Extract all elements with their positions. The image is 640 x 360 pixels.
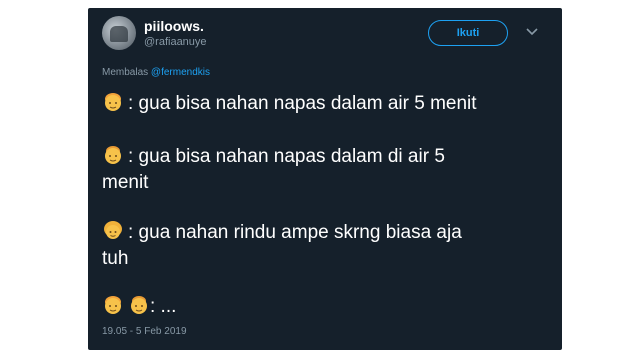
reply-prefix: Membalas bbox=[102, 67, 149, 78]
face-emoji-icon bbox=[105, 296, 121, 314]
tweet-text: : ... bbox=[150, 296, 177, 317]
tweet-line-2: : gua bisa nahan napas dalam di air 5 bbox=[102, 144, 542, 170]
tweet-card: piiloows. @rafiaanuye Ikuti Membalas @fe… bbox=[88, 8, 562, 350]
tweet-text: : gua bisa nahan napas dalam air 5 menit bbox=[128, 93, 477, 114]
face-emoji-icon bbox=[104, 221, 122, 239]
tweet-text: menit bbox=[102, 172, 149, 193]
tweet-text: : gua nahan rindu ampe skrng biasa aja bbox=[128, 222, 462, 243]
follow-button[interactable]: Ikuti bbox=[428, 20, 508, 46]
tweet-line-1: : gua bisa nahan napas dalam air 5 menit bbox=[102, 91, 542, 117]
reply-handle-link[interactable]: @fermendkis bbox=[151, 67, 210, 78]
avatar[interactable] bbox=[102, 16, 136, 50]
chevron-down-icon[interactable] bbox=[522, 22, 542, 42]
username[interactable]: @rafiaanuye bbox=[144, 36, 207, 48]
tweet-line-2-cont: menit bbox=[102, 170, 542, 196]
tweet-text: tuh bbox=[102, 248, 129, 269]
face-emoji-icon bbox=[105, 146, 121, 164]
tweet-line-4: : ... bbox=[102, 294, 542, 320]
tweet-text: : gua bisa nahan napas dalam di air 5 bbox=[128, 146, 445, 167]
reply-context: Membalas @fermendkis bbox=[102, 67, 210, 78]
face-emoji-icon bbox=[105, 93, 121, 111]
display-name[interactable]: piiloows. bbox=[144, 18, 204, 34]
tweet-line-3: : gua nahan rindu ampe skrng biasa aja bbox=[102, 220, 542, 246]
timestamp[interactable]: 19.05 - 5 Feb 2019 bbox=[102, 326, 187, 337]
face-emoji-icon bbox=[131, 296, 147, 314]
tweet-line-3-cont: tuh bbox=[102, 246, 542, 272]
